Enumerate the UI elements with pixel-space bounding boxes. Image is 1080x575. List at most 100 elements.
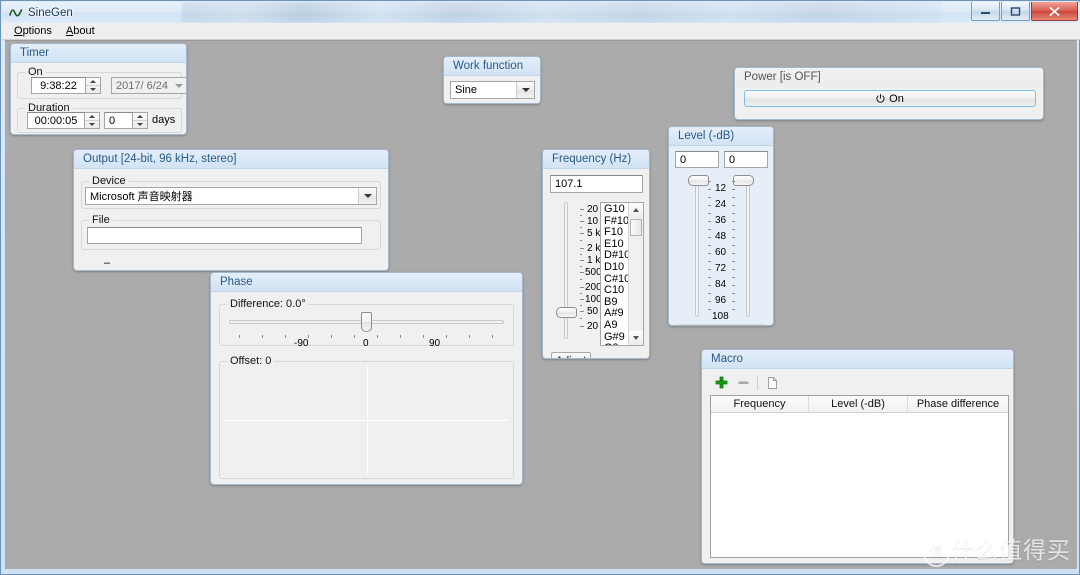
timer-days-spin-down[interactable]: [133, 121, 147, 128]
timer-on-time-spin-up[interactable]: [86, 78, 100, 85]
timer-duration-spin-down[interactable]: [85, 121, 99, 128]
output-file-label: File: [89, 214, 113, 226]
copy-icon[interactable]: [761, 373, 783, 392]
level-left-slider-thumb[interactable]: [688, 175, 709, 186]
frequency-scale-label: 1 k: [587, 255, 601, 266]
level-scale-label: 60: [715, 247, 727, 258]
phase-offset-quadrant[interactable]: [220, 362, 513, 478]
list-item[interactable]: G9: [604, 343, 628, 345]
column-header-frequency[interactable]: Frequency: [711, 396, 809, 412]
frequency-adjust-button[interactable]: Adjust: [551, 352, 591, 358]
column-header-level[interactable]: Level (-dB): [809, 396, 908, 412]
output-device-value: Microsoft 声音映射器: [90, 191, 193, 203]
chevron-down-icon[interactable]: [358, 188, 376, 204]
phase-scale-label: 90: [429, 338, 441, 349]
power-panel-title: Power [is OFF]: [735, 68, 1043, 87]
output-file-input[interactable]: [87, 227, 362, 244]
macro-panel-title: Macro: [702, 350, 1013, 369]
level-scale-label: 96: [715, 295, 727, 306]
macro-grid[interactable]: Frequency Level (-dB) Phase difference: [710, 395, 1009, 558]
frequency-panel-title: Frequency (Hz): [543, 150, 649, 169]
phase-panel-title: Phase: [211, 273, 522, 292]
power-button-label: On: [889, 92, 904, 105]
timer-duration-time-input[interactable]: 00:00:05: [27, 112, 85, 129]
list-item[interactable]: D10: [604, 261, 628, 274]
power-panel: Power [is OFF] On: [734, 67, 1044, 120]
list-item[interactable]: A9: [604, 319, 628, 332]
timer-days-unit-label: days: [152, 114, 176, 126]
menu-item-options-label: ptions: [22, 25, 52, 37]
frequency-note-items: G10 F#10 F10 E10 D#10 D10 C#10 C10 B9 A#…: [601, 203, 630, 345]
frequency-slider-thumb[interactable]: [556, 307, 577, 318]
level-right-slider-track[interactable]: [746, 179, 750, 317]
application-window: SineGen Options About Timer On 9:38:22 2…: [0, 0, 1080, 575]
level-right-input[interactable]: 0: [724, 151, 768, 168]
frequency-note-listbox[interactable]: G10 F#10 F10 E10 D#10 D10 C#10 C10 B9 A#…: [600, 202, 644, 346]
timer-on-date-input[interactable]: 2017/ 6/24: [111, 77, 186, 94]
work-function-select[interactable]: Sine: [450, 81, 535, 99]
level-scale-label: 72: [715, 263, 727, 274]
timer-days-input[interactable]: 0: [104, 112, 133, 129]
menu-item-options[interactable]: Options: [7, 24, 59, 38]
timer-duration-time-spinner[interactable]: [85, 112, 100, 129]
macro-toolbar: [706, 372, 1009, 393]
phase-difference-label: Difference: 0.0°: [227, 298, 309, 310]
level-scale-label: 36: [715, 215, 727, 226]
window-title: SineGen: [28, 6, 73, 19]
level-left-input[interactable]: 0: [675, 151, 719, 168]
sine-wave-icon: [9, 6, 23, 20]
timer-days-spin-up[interactable]: [133, 113, 147, 120]
level-scale-label: 84: [715, 279, 727, 290]
timer-on-time-input[interactable]: 9:38:22: [31, 77, 86, 94]
power-on-button[interactable]: On: [744, 90, 1036, 107]
frequency-scale-label: 50: [587, 306, 599, 317]
maximize-button[interactable]: [1001, 2, 1030, 21]
level-scale-label: 12: [715, 183, 727, 194]
timer-days-spinner[interactable]: [133, 112, 148, 129]
title-bar-glass-blur: [182, 2, 942, 23]
column-header-phase-difference[interactable]: Phase difference: [908, 396, 1008, 412]
chevron-down-icon[interactable]: [516, 82, 534, 98]
phase-panel: Phase Difference: 0.0° -90 0 90 Offset: …: [210, 272, 523, 485]
scroll-down-icon[interactable]: [629, 331, 643, 345]
work-function-title: Work function: [444, 57, 540, 76]
output-device-select[interactable]: Microsoft 声音映射器: [85, 187, 377, 205]
level-scale-label: 24: [715, 199, 727, 210]
timer-on-time-spinner[interactable]: [86, 77, 101, 94]
add-icon[interactable]: [710, 373, 732, 392]
frequency-list-scrollbar[interactable]: [628, 203, 643, 345]
level-left-slider-track[interactable]: [695, 179, 699, 317]
timer-panel: Timer On 9:38:22 2017/ 6/24 Duration 00:…: [10, 43, 187, 135]
timer-on-date-value: 2017/ 6/24: [116, 79, 168, 92]
menu-item-about[interactable]: About: [59, 24, 102, 38]
list-item[interactable]: G10: [604, 203, 628, 216]
menu-item-about-label: bout: [73, 25, 95, 37]
timer-panel-title: Timer: [11, 44, 186, 63]
phase-slider-thumb[interactable]: [361, 312, 372, 332]
toolbar-separator: [757, 375, 758, 390]
list-item[interactable]: C10: [604, 285, 628, 297]
frequency-scale-label: 2 k: [587, 243, 601, 254]
level-panel: Level (-dB) 0 0 12 24 36 48 60 72 84 96 …: [668, 126, 774, 326]
macro-grid-header: Frequency Level (-dB) Phase difference: [711, 396, 1008, 413]
remove-icon[interactable]: [732, 373, 754, 392]
frequency-value-input[interactable]: 107.1: [550, 175, 643, 193]
phase-scale-label: -90: [294, 338, 309, 349]
close-button[interactable]: [1031, 2, 1078, 21]
phase-scale-label: 0: [363, 338, 369, 349]
level-right-slider-thumb[interactable]: [733, 175, 754, 186]
timer-duration-spin-up[interactable]: [85, 113, 99, 120]
timer-on-time-spin-down[interactable]: [86, 86, 100, 93]
work-function-selected-value: Sine: [455, 84, 478, 96]
macro-grid-rows: [711, 413, 1008, 557]
client-area: Timer On 9:38:22 2017/ 6/24 Duration 00:…: [5, 40, 1077, 569]
frequency-scale-label: 5 k: [587, 228, 601, 239]
chevron-down-icon[interactable]: [170, 78, 186, 93]
frequency-slider-track[interactable]: [564, 202, 568, 339]
title-bar: SineGen: [2, 2, 1080, 23]
window-controls: [970, 2, 1078, 21]
minimize-button[interactable]: [971, 2, 1000, 21]
scrollbar-thumb[interactable]: [630, 219, 642, 236]
scroll-up-icon[interactable]: [629, 203, 643, 217]
level-scale-label: 48: [715, 231, 727, 242]
